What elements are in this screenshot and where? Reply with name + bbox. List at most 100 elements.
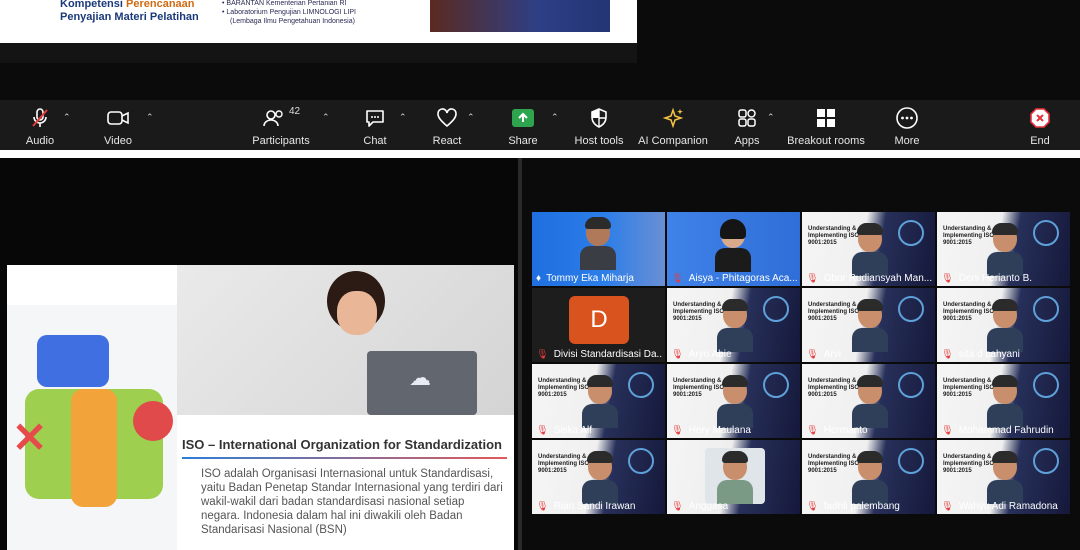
host-tools-label: Host tools xyxy=(574,135,624,147)
audio-label: Audio xyxy=(25,135,55,147)
host-tools-button[interactable]: Host tools xyxy=(559,106,639,147)
participant-avatar xyxy=(852,222,888,276)
chat-options-chevron-icon[interactable]: ⌃ xyxy=(399,112,407,123)
video-camera-icon xyxy=(106,106,130,130)
globe-icon xyxy=(898,448,924,474)
react-button[interactable]: React xyxy=(407,106,487,147)
apps-label: Apps xyxy=(734,135,760,147)
apps-button[interactable]: Apps xyxy=(707,106,787,147)
end-button[interactable]: End xyxy=(1000,106,1080,147)
participant-name: 🎙 Divisi Standardisasi Da... xyxy=(536,349,663,360)
participants-button[interactable]: 42 Participants xyxy=(241,106,321,147)
breakout-rooms-button[interactable]: Breakout rooms xyxy=(786,106,866,147)
video-options-chevron-icon[interactable]: ⌃ xyxy=(146,112,154,123)
participant-avatar xyxy=(717,374,753,428)
chat-icon xyxy=(364,106,386,130)
top-shared-screen: Kompetensi Perencanaan Penyajian Materi … xyxy=(0,0,1080,100)
slide-heading-line2: Penyajian Materi Pelatihan xyxy=(60,11,199,23)
participant-avatar xyxy=(987,374,1023,428)
participant-avatar xyxy=(987,298,1023,352)
sparkle-icon xyxy=(662,106,684,130)
participant-tile[interactable]: Understanding & Implementing ISO 9001:20… xyxy=(802,364,935,438)
participant-tile[interactable]: Understanding & Implementing ISO 9001:20… xyxy=(937,288,1070,362)
audio-options-chevron-icon[interactable]: ⌃ xyxy=(63,112,71,123)
participant-tile[interactable]: Understanding & Implementing ISO 9001:20… xyxy=(802,288,935,362)
participants-options-chevron-icon[interactable]: ⌃ xyxy=(322,112,330,123)
participant-tile[interactable]: Understanding & Implementing ISO 9001:20… xyxy=(532,364,665,438)
participant-name: 🎙 Hery Maulana xyxy=(671,425,751,436)
slide-photo xyxy=(430,0,610,32)
participant-tile[interactable]: Understanding & Implementing ISO 9001:20… xyxy=(937,212,1070,286)
participant-tile[interactable]: 🎙 Anggasa xyxy=(667,440,800,514)
mic-muted-icon xyxy=(29,106,51,130)
participant-tile[interactable]: 🎙 Aisya - Phitagoras Aca... xyxy=(667,212,800,286)
slide-bullet: • Laboratorium Pengujian LIMNOLOGI LIPI xyxy=(222,9,356,16)
mic-muted-icon: 🎙 xyxy=(806,425,819,436)
participant-name: ♦ Tommy Eka Miharja xyxy=(536,273,634,284)
participant-tile[interactable]: Understanding & Implementing ISO 9001:20… xyxy=(937,440,1070,514)
presentation-slide: ☁ ✕ ISO – International Organization for… xyxy=(7,265,514,550)
participant-name: 🎙 fadhli palembang xyxy=(806,501,900,512)
participant-tile[interactable]: Understanding & Implementing ISO 9001:20… xyxy=(667,288,800,362)
participant-tile[interactable]: ♦ Tommy Eka Miharja xyxy=(532,212,665,286)
participant-tile[interactable]: Understanding & Implementing ISO 9001:20… xyxy=(802,212,935,286)
mic-muted-icon: 🎙 xyxy=(806,501,819,512)
participant-tile[interactable]: Understanding & Implementing ISO 9001:20… xyxy=(532,440,665,514)
participant-name: 🎙 Mohammad Fahrudin xyxy=(941,425,1054,436)
participant-avatar xyxy=(987,222,1023,276)
mic-muted-icon: 🎙 xyxy=(671,349,684,360)
video-label: Video xyxy=(104,135,132,147)
participant-name: 🎙 Obor Rudiansyah Man... xyxy=(806,273,933,284)
participant-avatar xyxy=(717,298,753,352)
share-label: Share xyxy=(508,135,538,147)
mic-muted-icon: 🎙 xyxy=(806,349,819,360)
participants-icon-wrap: 42 xyxy=(262,106,300,130)
participant-avatar xyxy=(582,450,618,504)
more-button[interactable]: More xyxy=(867,106,947,147)
mic-muted-icon: 🎙 xyxy=(536,425,549,436)
participant-tile[interactable]: Understanding & Implementing ISO 9001:20… xyxy=(667,364,800,438)
more-label: More xyxy=(894,135,920,147)
mic-muted-icon: 🎙 xyxy=(671,501,684,512)
participant-tile[interactable]: Understanding & Implementing ISO 9001:20… xyxy=(937,364,1070,438)
slide-title: ISO – International Organization for Sta… xyxy=(182,437,502,452)
puzzle-piece-orange xyxy=(71,389,117,507)
puzzle-piece-blue xyxy=(37,335,109,387)
globe-icon xyxy=(763,372,789,398)
breakout-rooms-icon xyxy=(815,106,837,130)
participants-label: Participants xyxy=(252,135,310,147)
cloud-icon: ☁ xyxy=(409,365,431,390)
ai-companion-button[interactable]: AI Companion xyxy=(633,106,713,147)
ai-companion-label: AI Companion xyxy=(638,135,708,147)
shared-screen-pane: ☁ ✕ ISO – International Organization for… xyxy=(0,158,518,550)
react-options-chevron-icon[interactable]: ⌃ xyxy=(467,112,475,123)
participant-name: 🎙 Wahyu Adi Ramadona xyxy=(941,501,1058,512)
participant-name: 🎙 Rian Sandi Irawan xyxy=(536,501,636,512)
gallery-view: ♦ Tommy Eka Miharja 🎙 Aisya - Phitagoras Ac… xyxy=(522,158,1080,550)
apps-icon xyxy=(736,106,758,130)
mic-muted-icon: 🎙 xyxy=(941,425,954,436)
globe-icon xyxy=(1033,220,1059,246)
share-screen-icon xyxy=(512,109,534,127)
participant-avatar xyxy=(987,450,1023,504)
puzzle-x-icon: ✕ xyxy=(12,414,48,461)
mic-muted-icon: 🎙 xyxy=(536,349,549,360)
slide-photo-child-laptop: ☁ xyxy=(177,265,514,415)
participant-tile[interactable]: Understanding & Implementing ISO 9001:20… xyxy=(802,440,935,514)
mic-muted-icon: 🎙 xyxy=(671,425,684,436)
mic-muted-icon: 🎙 xyxy=(941,273,954,284)
globe-icon xyxy=(1033,296,1059,322)
mic-muted-icon: 🎙 xyxy=(671,273,684,284)
chat-label: Chat xyxy=(363,135,387,147)
slide-bullet: • BARANTAN Kementerian Pertanian RI xyxy=(222,0,347,7)
globe-icon xyxy=(628,372,654,398)
globe-icon xyxy=(898,296,924,322)
participant-tile[interactable]: D 🎙 Divisi Standardisasi Da... xyxy=(532,288,665,362)
apps-options-chevron-icon[interactable]: ⌃ xyxy=(767,112,775,123)
share-icon-wrap xyxy=(512,106,534,130)
mic-icon: ♦ xyxy=(536,273,542,284)
share-options-chevron-icon[interactable]: ⌃ xyxy=(551,112,559,123)
mic-muted-icon: 🎙 xyxy=(536,501,549,512)
mic-muted-icon: 🎙 xyxy=(941,349,954,360)
react-label: React xyxy=(432,135,462,147)
